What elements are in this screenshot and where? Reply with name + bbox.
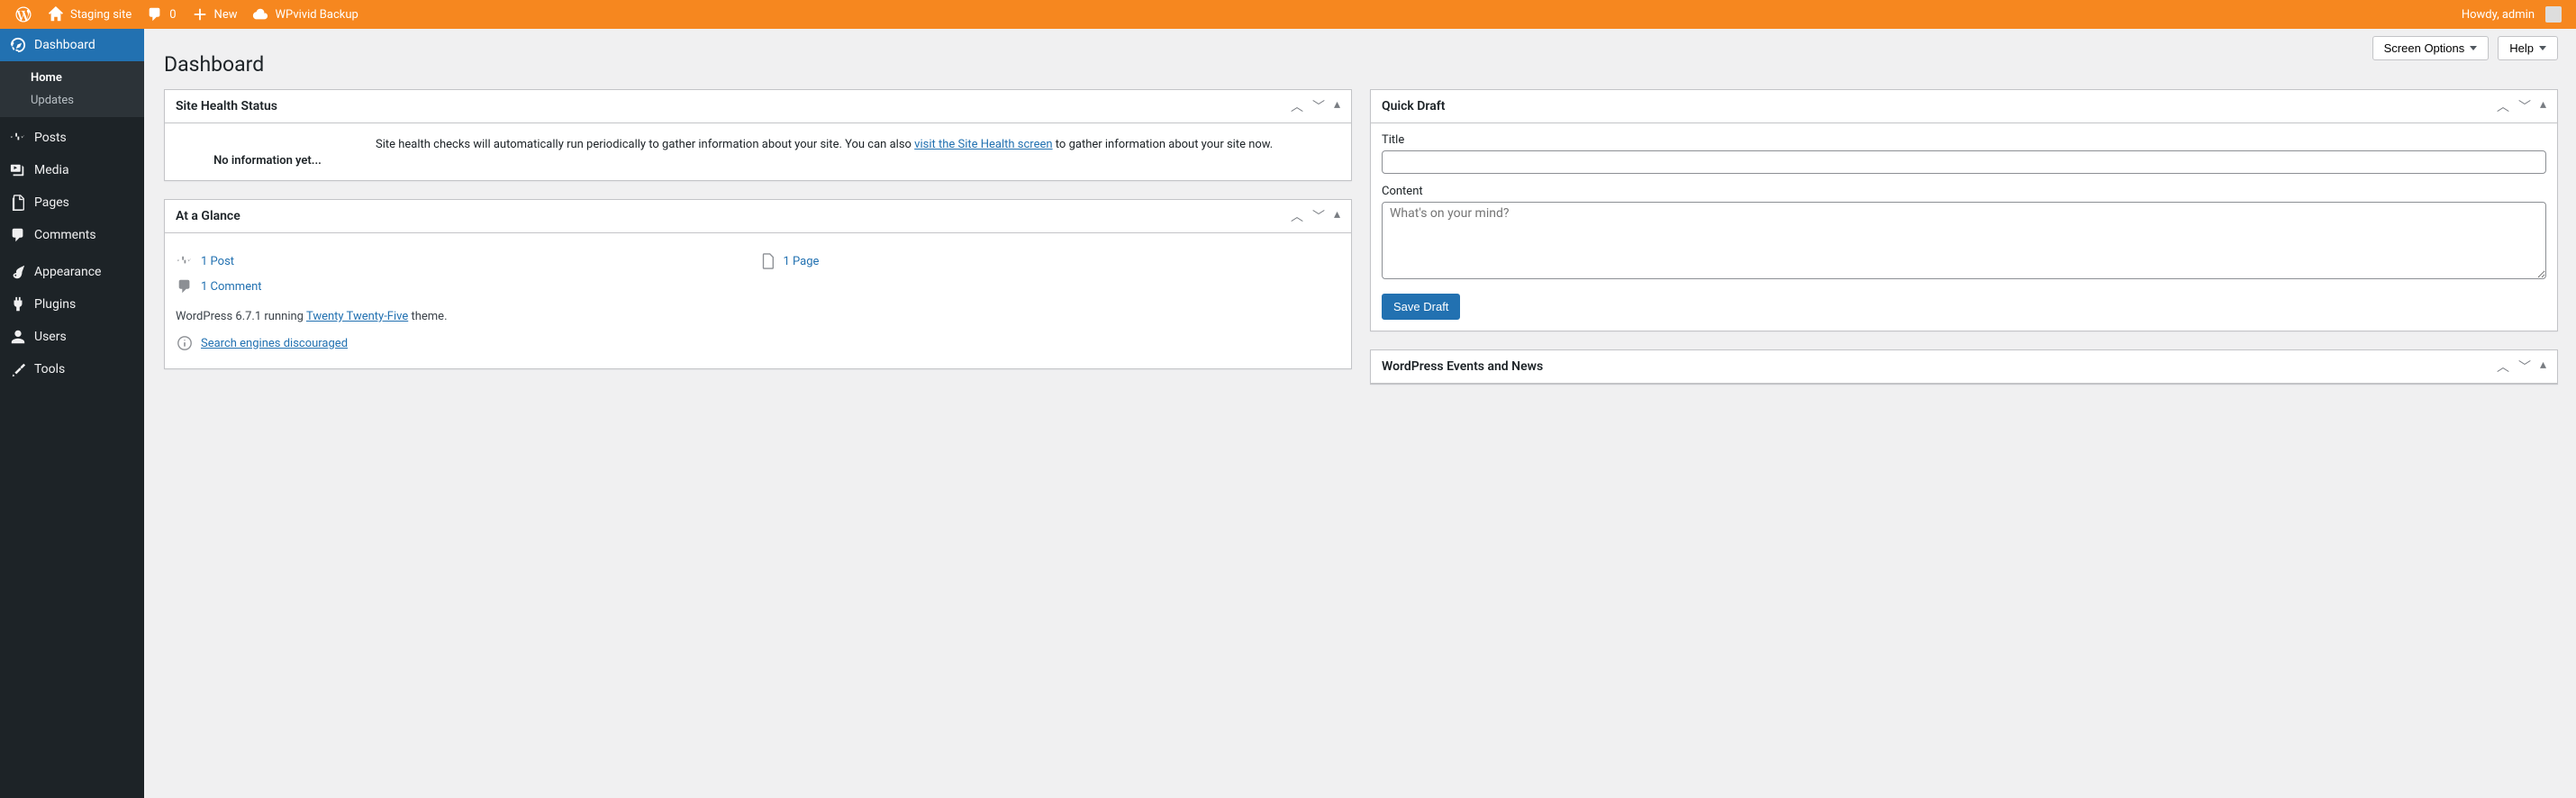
site-name-link[interactable]: Staging site <box>40 0 139 29</box>
sidebar-label: Appearance <box>34 265 101 279</box>
widget-title: At a Glance <box>176 209 1291 223</box>
new-label: New <box>214 8 238 22</box>
move-down-icon[interactable]: ﹀ <box>1312 207 1325 225</box>
comments-icon <box>9 226 27 244</box>
search-engines-link[interactable]: Search engines discouraged <box>201 337 348 350</box>
sidebar-label: Posts <box>34 131 67 145</box>
info-icon <box>176 334 194 352</box>
screen-meta-links: Screen Options Help <box>2372 36 2558 60</box>
sidebar-label: Users <box>34 330 67 344</box>
move-up-icon[interactable]: ︿ <box>1291 97 1303 115</box>
site-health-link[interactable]: visit the Site Health screen <box>914 138 1052 151</box>
plug-icon <box>9 295 27 313</box>
events-news-widget: WordPress Events and News ︿ ﹀ ▴ <box>1370 349 2558 385</box>
wpvivid-label: WPvivid Backup <box>275 8 358 22</box>
move-up-icon[interactable]: ︿ <box>1291 207 1303 225</box>
collapse-icon[interactable]: ▴ <box>2540 358 2546 376</box>
page-icon <box>9 194 27 212</box>
dashboard-icon <box>9 36 27 54</box>
collapse-icon[interactable]: ▴ <box>2540 97 2546 115</box>
sidebar-submenu-dashboard: Home Updates <box>0 61 144 117</box>
sidebar-item-tools[interactable]: Tools <box>0 353 144 385</box>
sidebar-subitem-home[interactable]: Home <box>0 67 144 89</box>
help-button[interactable]: Help <box>2498 36 2558 60</box>
site-health-status: No information yet... <box>177 136 358 168</box>
sidebar-item-media[interactable]: Media <box>0 154 144 186</box>
collapse-icon[interactable]: ▴ <box>1334 207 1340 225</box>
user-icon <box>9 328 27 346</box>
cloud-icon <box>251 5 269 23</box>
wordpress-menu-icon[interactable] <box>7 0 40 29</box>
plus-icon <box>191 5 209 23</box>
sidebar-item-appearance[interactable]: Appearance <box>0 256 144 288</box>
sidebar-label: Media <box>34 163 69 177</box>
page-icon <box>758 252 776 270</box>
wrench-icon <box>9 360 27 378</box>
chevron-down-icon <box>2470 46 2477 50</box>
title-label: Title <box>1382 133 2546 147</box>
admin-toolbar: Staging site 0 New WPvivid Backup Howdy,… <box>0 0 2576 29</box>
sidebar-item-users[interactable]: Users <box>0 321 144 353</box>
sidebar-item-posts[interactable]: Posts <box>0 122 144 154</box>
comment-icon <box>146 5 164 23</box>
content-label: Content <box>1382 185 2546 198</box>
sidebar-item-dashboard[interactable]: Dashboard <box>0 29 144 61</box>
main-content: Screen Options Help Dashboard Site Healt… <box>144 0 2576 421</box>
media-icon <box>9 161 27 179</box>
brush-icon <box>9 263 27 281</box>
move-down-icon[interactable]: ﹀ <box>1312 97 1325 115</box>
site-name-text: Staging site <box>70 8 132 22</box>
glance-posts-link[interactable]: 1 Post <box>176 249 758 274</box>
sidebar-item-comments[interactable]: Comments <box>0 219 144 251</box>
sidebar-label: Pages <box>34 195 69 210</box>
move-up-icon[interactable]: ︿ <box>2497 358 2509 376</box>
move-down-icon[interactable]: ﹀ <box>2518 97 2531 115</box>
comments-count: 0 <box>169 8 176 22</box>
glance-version-text: WordPress 6.7.1 running Twenty Twenty-Fi… <box>176 304 1340 329</box>
widget-title: Quick Draft <box>1382 99 2497 113</box>
pin-icon <box>9 129 27 147</box>
sidebar-subitem-updates[interactable]: Updates <box>0 89 144 112</box>
collapse-icon[interactable]: ▴ <box>1334 97 1340 115</box>
avatar-icon <box>2545 6 2562 23</box>
draft-content-textarea[interactable] <box>1382 202 2546 279</box>
pin-icon <box>176 252 194 270</box>
sidebar-label: Plugins <box>34 297 76 312</box>
move-down-icon[interactable]: ﹀ <box>2518 358 2531 376</box>
sidebar-item-plugins[interactable]: Plugins <box>0 288 144 321</box>
sidebar-label: Dashboard <box>34 38 95 52</box>
glance-pages-link[interactable]: 1 Page <box>758 249 1341 274</box>
comment-icon <box>176 277 194 295</box>
move-up-icon[interactable]: ︿ <box>2497 97 2509 115</box>
comments-link[interactable]: 0 <box>139 0 183 29</box>
my-account-link[interactable]: Howdy, admin <box>2454 0 2569 29</box>
chevron-down-icon <box>2539 46 2546 50</box>
page-title: Dashboard <box>164 52 2558 77</box>
sidebar-label: Tools <box>34 362 65 376</box>
quick-draft-widget: Quick Draft ︿ ﹀ ▴ Title Cont <box>1370 89 2558 331</box>
home-icon <box>47 5 65 23</box>
new-content-link[interactable]: New <box>184 0 245 29</box>
widget-title: WordPress Events and News <box>1382 359 2497 374</box>
site-health-description: Site health checks will automatically ru… <box>376 136 1338 155</box>
glance-comments-link[interactable]: 1 Comment <box>176 274 758 299</box>
screen-options-button[interactable]: Screen Options <box>2372 36 2490 60</box>
save-draft-button[interactable]: Save Draft <box>1382 294 1460 320</box>
widget-title: Site Health Status <box>176 99 1291 113</box>
sidebar-label: Comments <box>34 228 96 242</box>
wpvivid-link[interactable]: WPvivid Backup <box>244 0 365 29</box>
sidebar-item-pages[interactable]: Pages <box>0 186 144 219</box>
at-a-glance-widget: At a Glance ︿ ﹀ ▴ 1 Post <box>164 199 1352 369</box>
site-health-widget: Site Health Status ︿ ﹀ ▴ No information … <box>164 89 1352 181</box>
howdy-text: Howdy, admin <box>2462 8 2535 22</box>
admin-sidebar: Dashboard Home Updates Posts Media Pages… <box>0 29 144 798</box>
theme-link[interactable]: Twenty Twenty-Five <box>306 310 408 323</box>
draft-title-input[interactable] <box>1382 150 2546 174</box>
